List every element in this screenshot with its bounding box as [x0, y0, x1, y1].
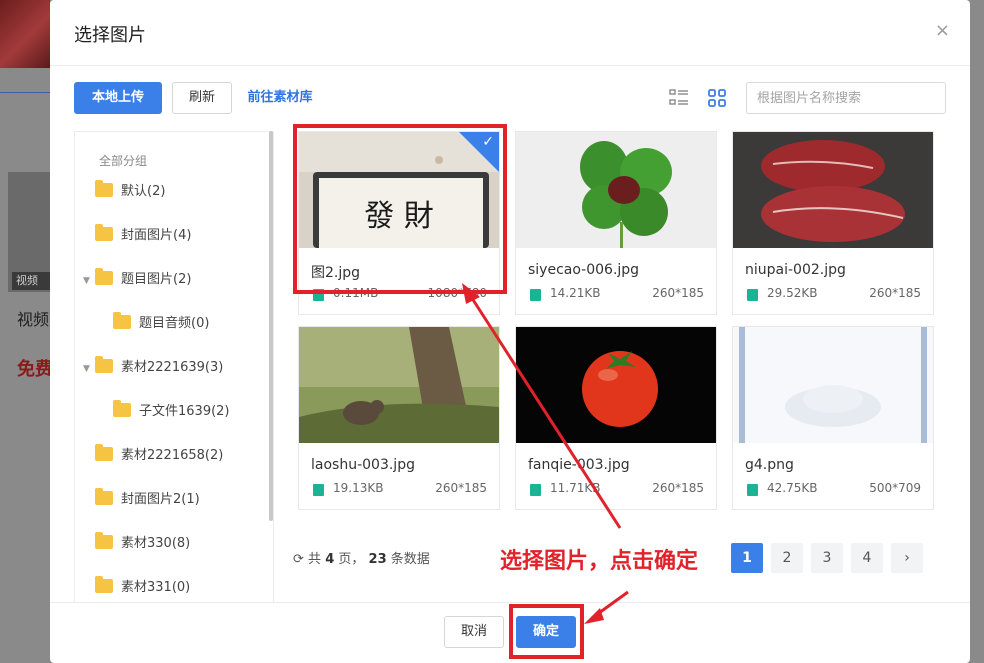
image-name: g4.png: [745, 457, 794, 473]
pagination-info: ⟳ 共 4 页， 23 条数据: [293, 552, 430, 567]
background-thumbnail: [0, 0, 50, 68]
image-size: 14.21KB: [550, 286, 601, 300]
refresh-button[interactable]: 刷新: [172, 82, 232, 114]
page-button-1[interactable]: 1: [731, 543, 763, 573]
tree-item-default[interactable]: 默认(2): [95, 180, 166, 203]
folder-icon: [95, 532, 113, 549]
image-size: 42.75KB: [767, 481, 818, 495]
page-button-2[interactable]: 2: [771, 543, 803, 573]
tree-item-label: 默认(2): [121, 184, 166, 199]
toolbar: 本地上传 刷新 前往素材库: [74, 82, 946, 114]
image-card[interactable]: siyecao-006.jpg 14.21KB 260*185: [515, 131, 717, 315]
image-file-icon: [530, 484, 541, 496]
tree-item-label: 封面图片(4): [121, 228, 192, 243]
folder-icon: [113, 400, 131, 417]
tree-item-subfile-1639[interactable]: 子文件1639(2): [113, 400, 230, 423]
image-size: 11.71KB: [550, 481, 601, 495]
tree-item-label: 素材2221658(2): [121, 448, 224, 463]
image-name: siyecao-006.jpg: [528, 262, 640, 278]
image-dimensions: 260*185: [869, 286, 921, 300]
folder-icon: [95, 356, 113, 373]
caret-down-icon[interactable]: ▼: [83, 364, 90, 374]
tree-item-question-images[interactable]: 题目图片(2): [95, 268, 192, 291]
tree-item-label: 素材331(0): [121, 580, 191, 595]
tree-item-label: 题目音频(0): [139, 316, 210, 331]
tree-item-cover-2[interactable]: 封面图片2(1): [95, 488, 200, 511]
background-tag: 视频: [12, 272, 50, 290]
group-sidebar: 全部分组 默认(2) 封面图片(4) ▼ 题目图片(2) 题目音频(0) ▼ 素…: [74, 131, 274, 602]
folder-icon: [95, 444, 113, 461]
image-file-icon: [530, 289, 541, 301]
tree-item-label: 题目图片(2): [121, 272, 192, 287]
tree-item-label: 子文件1639(2): [139, 404, 230, 419]
dialog-title: 选择图片: [74, 25, 146, 46]
folder-icon: [113, 312, 131, 329]
upload-button[interactable]: 本地上传: [74, 82, 162, 114]
image-name: niupai-002.jpg: [745, 262, 846, 278]
background-price: 免费: [17, 359, 50, 380]
folder-icon: [95, 268, 113, 285]
image-size: 29.52KB: [767, 286, 818, 300]
page-button-3[interactable]: 3: [811, 543, 843, 573]
folder-icon: [95, 180, 113, 197]
sidebar-scrollbar[interactable]: [269, 131, 273, 521]
image-card[interactable]: g4.png 42.75KB 500*709: [732, 326, 934, 510]
search-input[interactable]: [746, 82, 946, 114]
folder-icon: [95, 576, 113, 593]
tree-item-material-331[interactable]: 素材331(0): [95, 576, 191, 599]
image-thumbnail: [733, 327, 933, 443]
background-divider: [0, 92, 50, 93]
image-dimensions: 260*185: [435, 481, 487, 495]
tree-item-material-1658[interactable]: 素材2221658(2): [95, 444, 224, 467]
sidebar-header: 全部分组: [99, 154, 148, 168]
tree-item-cover[interactable]: 封面图片(4): [95, 224, 192, 247]
annotation-box-confirm: [509, 604, 584, 659]
page-button-4[interactable]: 4: [851, 543, 883, 573]
image-file-icon: [747, 289, 758, 301]
tree-item-label: 素材330(8): [121, 536, 191, 551]
cancel-button[interactable]: 取消: [444, 616, 504, 648]
refresh-icon[interactable]: ⟳: [293, 552, 304, 567]
image-file-icon: [747, 484, 758, 496]
grid-view-icon[interactable]: [707, 88, 727, 108]
image-card[interactable]: laoshu-003.jpg 19.13KB 260*185: [298, 326, 500, 510]
list-view-icon[interactable]: [669, 88, 689, 108]
image-thumbnail: [516, 327, 716, 443]
annotation-box-image: [293, 124, 507, 294]
tree-item-material-1639[interactable]: 素材2221639(3): [95, 356, 224, 379]
image-name: laoshu-003.jpg: [311, 457, 415, 473]
background-title: 视频: [17, 310, 50, 329]
image-dimensions: 260*185: [652, 481, 704, 495]
image-dimensions: 260*185: [652, 286, 704, 300]
image-card[interactable]: niupai-002.jpg 29.52KB 260*185: [732, 131, 934, 315]
image-size: 19.13KB: [333, 481, 384, 495]
tree-item-label: 封面图片2(1): [121, 492, 200, 507]
folder-icon: [95, 488, 113, 505]
tree-item-material-330[interactable]: 素材330(8): [95, 532, 191, 555]
annotation-text: 选择图片，点击确定: [500, 548, 699, 574]
image-thumbnail: [733, 132, 933, 248]
dialog-header: 选择图片 ×: [50, 0, 970, 66]
image-card[interactable]: fanqie-003.jpg 11.71KB 260*185: [515, 326, 717, 510]
material-library-link[interactable]: 前往素材库: [240, 82, 320, 114]
folder-icon: [95, 224, 113, 241]
tree-item-label: 素材2221639(3): [121, 360, 224, 375]
next-page-button[interactable]: ›: [891, 543, 923, 573]
image-thumbnail: [299, 327, 499, 443]
image-thumbnail: [516, 132, 716, 248]
tree-item-question-audio[interactable]: 题目音频(0): [113, 312, 210, 335]
close-icon[interactable]: ×: [935, 20, 950, 41]
image-dimensions: 500*709: [869, 481, 921, 495]
image-file-icon: [313, 484, 324, 496]
image-name: fanqie-003.jpg: [528, 457, 630, 473]
caret-down-icon[interactable]: ▼: [83, 276, 90, 286]
